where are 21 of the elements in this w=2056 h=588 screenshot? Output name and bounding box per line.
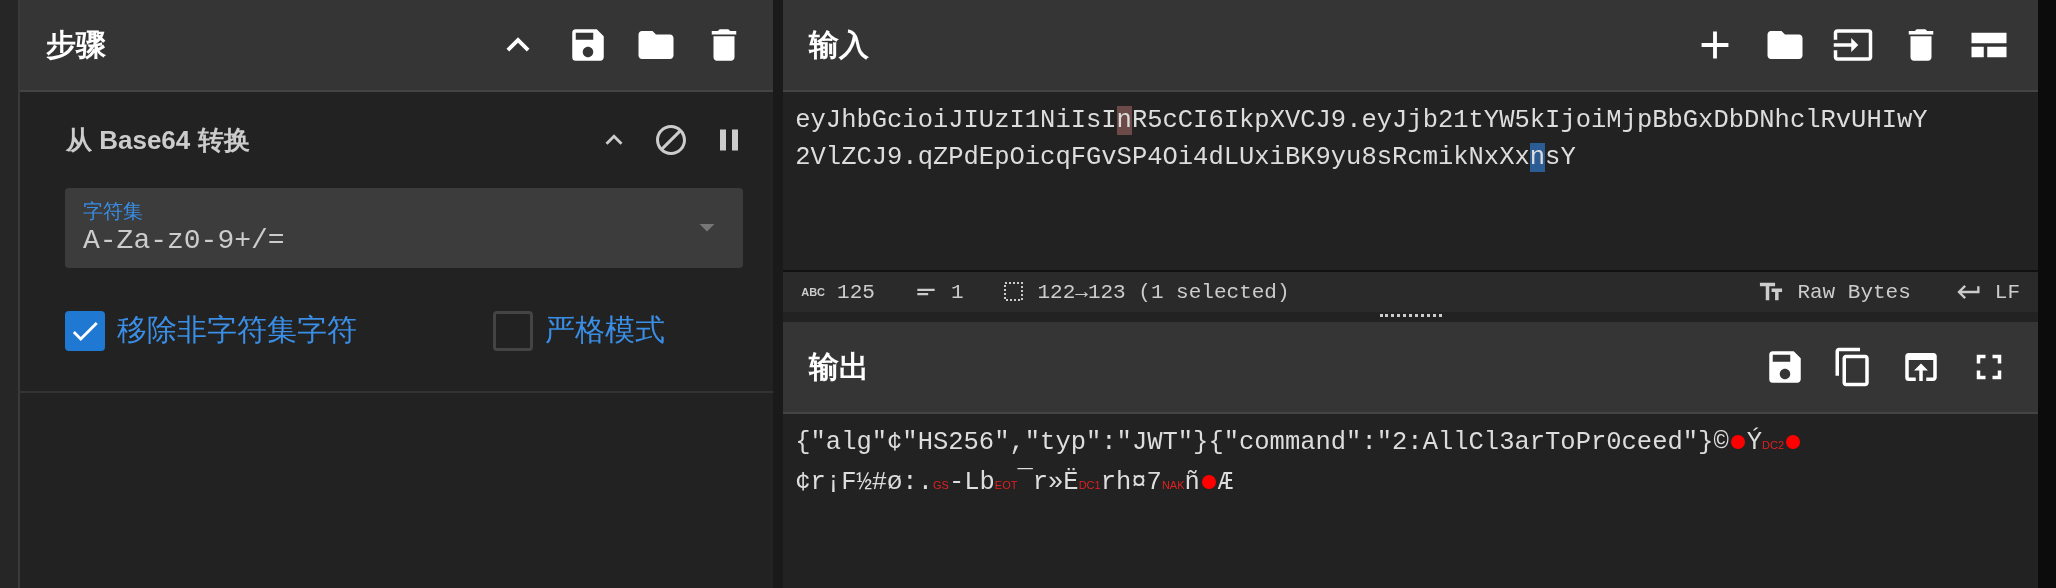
line-count: 1 [950, 280, 964, 304]
panel-title: 输入 [809, 26, 870, 63]
checkbox-option[interactable]: 严格模式 [493, 310, 665, 351]
encoding-label[interactable]: Raw Bytes [1797, 280, 1911, 304]
panel-title: 步骤 [46, 26, 106, 63]
output-text: {"alg"¢"HS256","typ":"JWT"}{"command":"2:AllCl3arToPr0ceed"}© ÝDC2 ¢r¡F½#ø:.GS-LbEOT¯r»ËDC1 rh¤7 NAKñ Æ [783, 414, 2038, 514]
dot-icon [1786, 435, 1800, 449]
selection-range: 122→123 (1 selected) [1037, 280, 1290, 304]
dot-icon [1730, 435, 1745, 449]
dot-icon [1201, 475, 1216, 489]
input-text[interactable]: eyJhbGcioiJIUzI1NiIsInR5cCI6IkpXVCJ9.eyJjb21tYW5kIjoiMjpBbGxDbDNhclRvUHIwY 2VlZCJ9.qZPdEpOicqFGvSP4Oi4dLUxiBK9yu8sRcmikNxXxnsY [783, 92, 2038, 270]
selection-icon [1001, 280, 1026, 304]
eol-label[interactable]: LF [1994, 280, 2020, 304]
characters-label: ABC [801, 286, 826, 298]
checkbox[interactable] [493, 310, 533, 351]
panel-title: 输出 [809, 348, 870, 385]
checkbox[interactable] [65, 310, 105, 351]
operation-title: 从 Base64 转换 [66, 123, 250, 157]
charset-dropdown[interactable]: 字符集 A-Za-z0-9+/= [65, 188, 744, 268]
length-count: 125 [837, 280, 875, 304]
checkbox-option[interactable]: 移除非字符集字符 [65, 310, 493, 351]
